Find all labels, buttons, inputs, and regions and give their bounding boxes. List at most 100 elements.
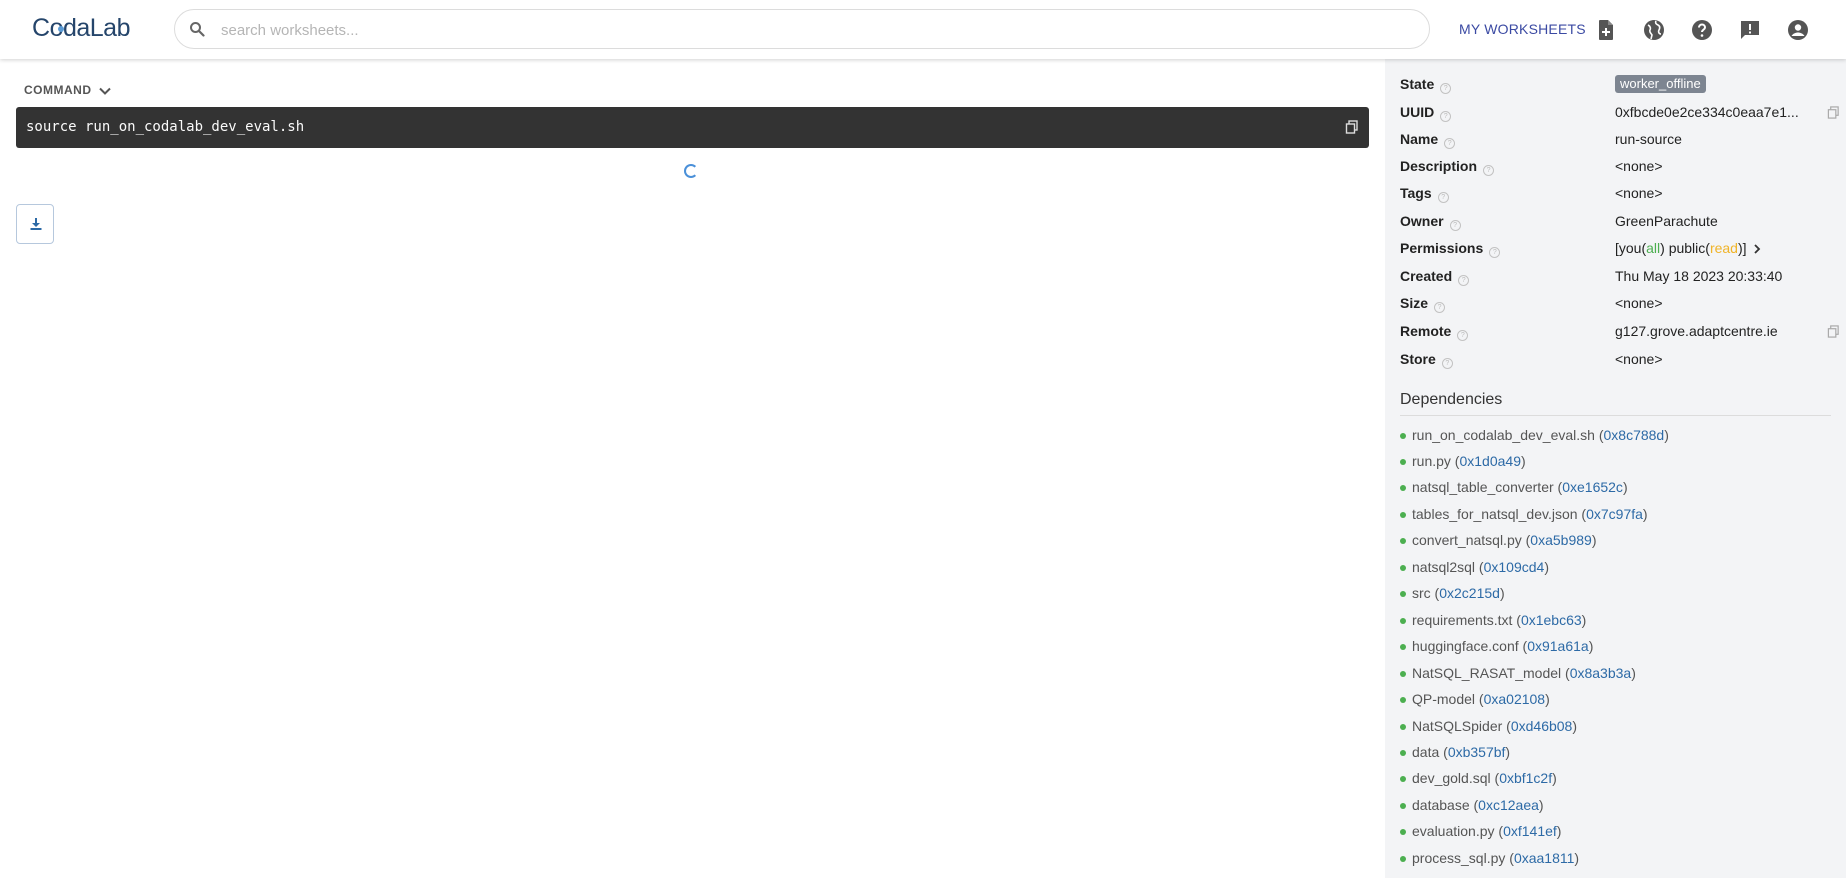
feedback-icon[interactable] [1738,18,1762,42]
help-circle-icon[interactable]: ? [1449,220,1461,231]
created-label: Created? [1400,268,1470,286]
status-dot-icon [1400,829,1406,835]
uuid-value: 0xfbcde0e2ce334c0eaa7e1... [1615,104,1799,120]
permissions-row: Permissions? [you(all) public(read)] [1400,240,1840,262]
store-row: Store? <none> [1400,351,1840,373]
dependency-link[interactable]: 0xd46b08 [1511,718,1573,734]
created-value: Thu May 18 2023 20:33:40 [1615,268,1783,284]
remote-value: g127.grove.adaptcentre.ie [1615,323,1778,339]
dependency-item: src (0x2c215d) [1400,585,1505,601]
command-box: source run_on_codalab_dev_eval.sh [16,107,1369,148]
help-circle-icon[interactable]: ? [1444,138,1456,149]
help-circle-icon[interactable]: ? [1489,247,1501,258]
created-row: Created? Thu May 18 2023 20:33:40 [1400,268,1840,290]
dependency-link[interactable]: 0x7c97fa [1586,506,1643,522]
state-row: State? worker_offline [1400,75,1840,98]
description-value[interactable]: <none> [1615,158,1663,174]
dependency-link[interactable]: 0xa5b989 [1530,532,1592,548]
status-dot-icon [1400,724,1406,730]
help-circle-icon[interactable]: ? [1434,302,1446,313]
uuid-row: UUID? 0xfbcde0e2ce334c0eaa7e1... [1400,104,1840,126]
permissions-label: Permissions? [1400,240,1501,258]
dependency-link[interactable]: 0xe1652c [1562,479,1623,495]
dependency-link[interactable]: 0xa02108 [1484,691,1546,707]
help-circle-icon[interactable]: ? [1440,111,1452,122]
name-value[interactable]: run-source [1615,131,1682,147]
dependency-item: NatSQL_RASAT_model (0x8a3b3a) [1400,665,1636,681]
copy-icon[interactable] [1827,325,1840,338]
command-label[interactable]: COMMAND [24,83,92,97]
dependency-link[interactable]: 0x91a61a [1527,638,1589,654]
search-bar[interactable] [174,9,1430,49]
copy-icon[interactable] [1345,120,1359,134]
search-icon [190,22,205,37]
dependency-link[interactable]: 0xbf1c2f [1499,770,1552,786]
dependency-link[interactable]: 0x8a3b3a [1570,665,1632,681]
status-dot-icon [1400,512,1406,518]
dependency-item: evaluation.py (0xf141ef) [1400,823,1561,839]
codalab-logo[interactable]: CodaLab [32,14,131,43]
search-input[interactable] [219,18,1403,42]
top-bar: CodaLab MY WORKSHEETS [0,0,1846,59]
download-icon [30,218,42,230]
download-button[interactable] [16,204,54,244]
dependency-link[interactable]: 0x1ebc63 [1521,612,1582,628]
dependency-item: QP-model (0xa02108) [1400,691,1550,707]
dependencies-title: Dependencies [1400,391,1503,408]
chevron-down-icon[interactable] [98,84,112,98]
tags-value[interactable]: <none> [1615,185,1663,201]
tags-row: Tags? <none> [1400,185,1840,207]
status-dot-icon [1400,697,1406,703]
owner-value: GreenParachute [1615,213,1718,229]
help-circle-icon[interactable]: ? [1458,275,1470,286]
dependency-item: dev_gold.sql (0xbf1c2f) [1400,770,1557,786]
dependency-item: natsql_table_converter (0xe1652c) [1400,479,1628,495]
description-label: Description? [1400,158,1495,176]
new-worksheet-icon[interactable] [1594,18,1618,42]
dependency-link[interactable]: 0xf141ef [1503,823,1557,839]
chevron-right-icon[interactable] [1752,243,1762,255]
account-icon[interactable] [1786,18,1810,42]
my-worksheets-link[interactable]: MY WORKSHEETS [1459,21,1586,37]
name-row: Name? run-source [1400,131,1840,153]
owner-row: Owner? GreenParachute [1400,213,1840,235]
status-dot-icon [1400,565,1406,571]
loading-spinner [684,164,698,178]
remote-label: Remote? [1400,323,1469,341]
status-dot-icon [1400,803,1406,809]
help-circle-icon[interactable]: ? [1437,192,1449,203]
status-dot-icon [1400,618,1406,624]
uuid-label: UUID? [1400,104,1452,122]
command-text: source run_on_codalab_dev_eval.sh [26,119,305,135]
status-dot-icon [1400,538,1406,544]
dependency-item: tables_for_natsql_dev.json (0x7c97fa) [1400,506,1648,522]
state-label: State? [1400,76,1452,94]
help-circle-icon[interactable]: ? [1457,330,1469,341]
dependency-item: natsql2sql (0x109cd4) [1400,559,1549,575]
copy-icon[interactable] [1827,106,1840,119]
size-row: Size? <none> [1400,295,1840,317]
dependency-link[interactable]: 0x8c788d [1604,427,1665,443]
tags-label: Tags? [1400,185,1449,203]
remote-row: Remote? g127.grove.adaptcentre.ie [1400,323,1840,345]
dependency-link[interactable]: 0x1d0a49 [1459,453,1521,469]
dependency-link[interactable]: 0xaa1811 [1514,850,1574,866]
dependency-link[interactable]: 0xc12aea [1478,797,1539,813]
status-dot-icon [1400,459,1406,465]
dependency-link[interactable]: 0xb357bf [1448,744,1506,760]
help-circle-icon[interactable]: ? [1441,358,1453,369]
dependency-item: NatSQLSpider (0xd46b08) [1400,718,1577,734]
status-dot-icon [1400,671,1406,677]
dependency-link[interactable]: 0x109cd4 [1484,559,1545,575]
permissions-value[interactable]: [you(all) public(read)] [1615,240,1762,256]
status-dot-icon [1400,433,1406,439]
help-circle-icon[interactable]: ? [1440,83,1452,94]
status-dot-icon [1400,591,1406,597]
dependency-item: database (0xc12aea) [1400,797,1544,813]
dependency-link[interactable]: 0x2c215d [1439,585,1500,601]
help-icon[interactable] [1690,18,1714,42]
globe-icon[interactable] [1642,18,1666,42]
name-label: Name? [1400,131,1456,149]
dependency-item: huggingface.conf (0x91a61a) [1400,638,1593,654]
help-circle-icon[interactable]: ? [1483,165,1495,176]
